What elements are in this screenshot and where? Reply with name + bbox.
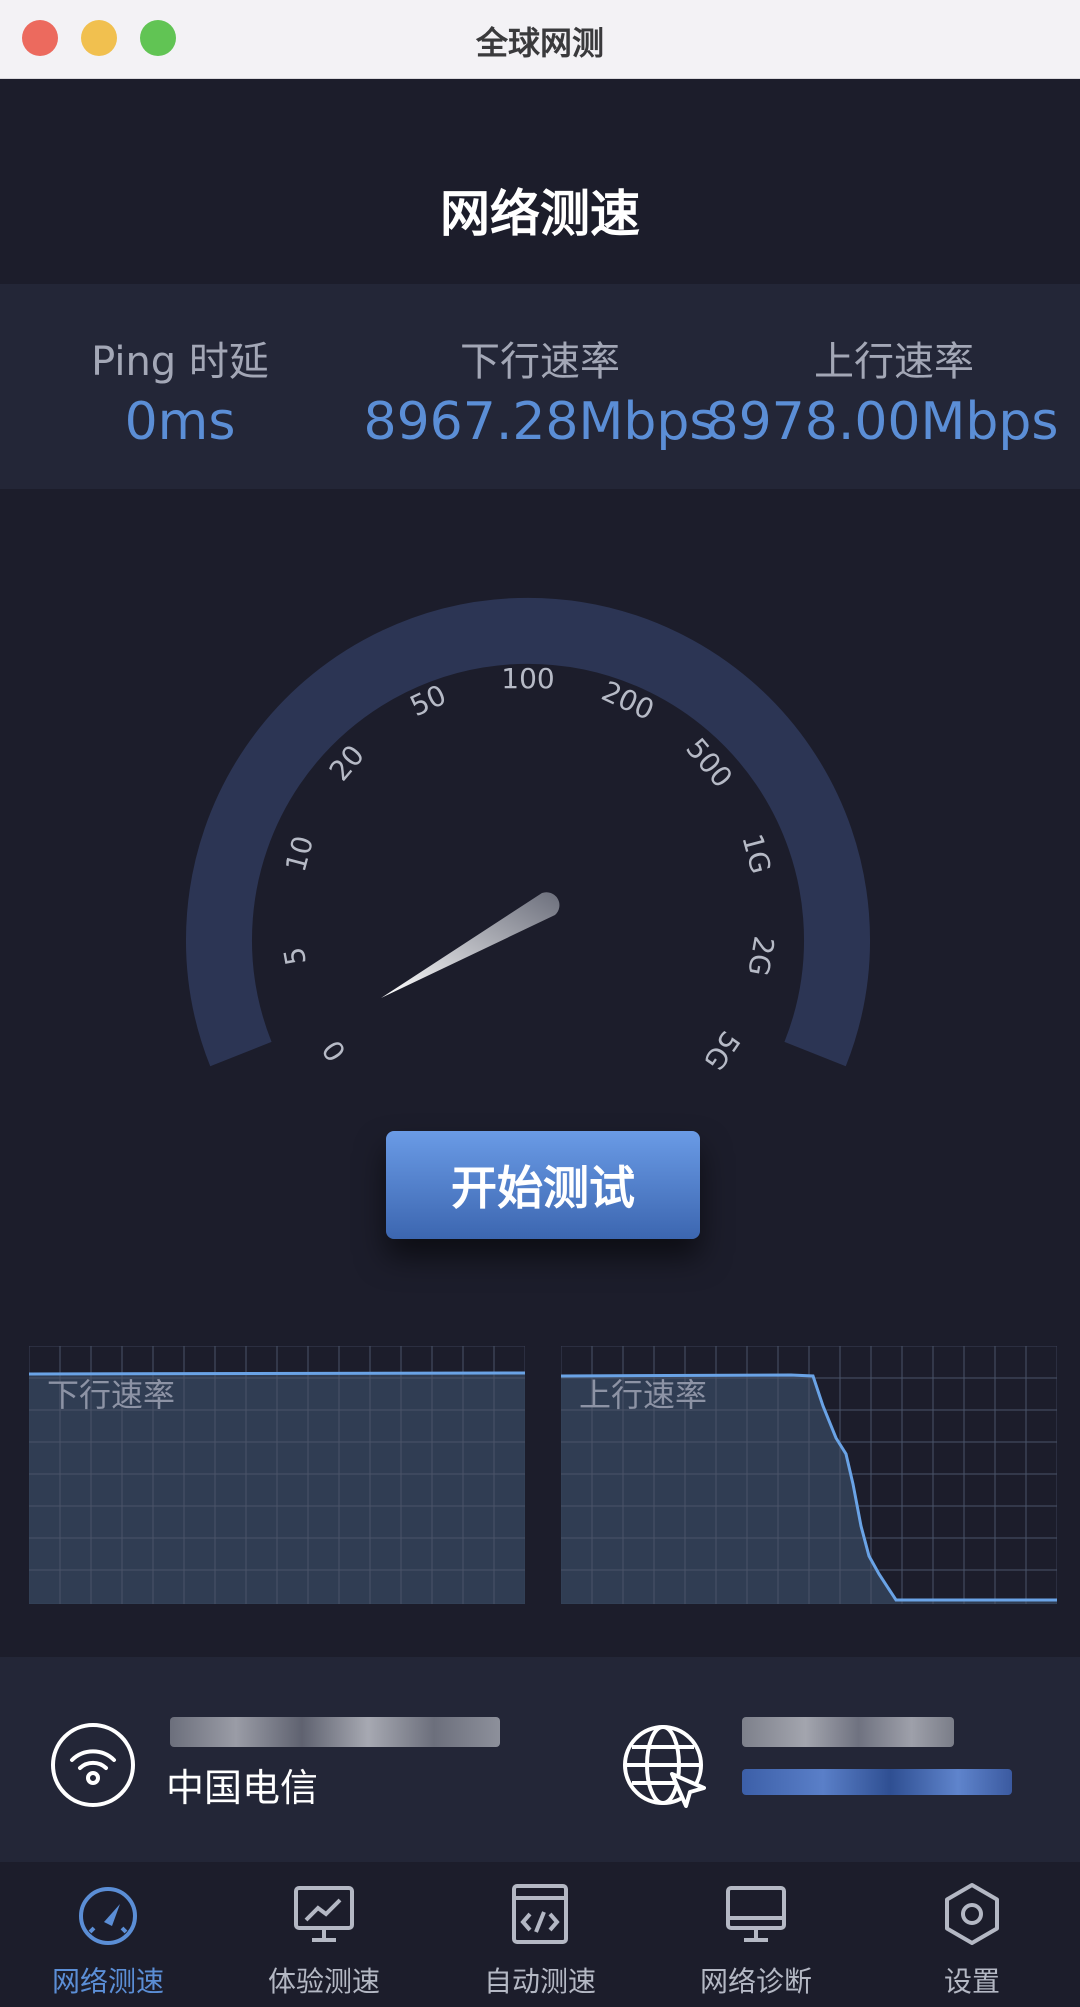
download-chart: 下行速率 <box>28 1345 526 1605</box>
gauge-tick-100: 100 <box>501 662 554 695</box>
tab-settings-label: 设置 <box>943 1965 1000 1998</box>
speed-gauge: 05102050 100 2005001G2G5G <box>186 597 870 1076</box>
server-location-redacted <box>742 1769 1012 1795</box>
gauge-needle <box>381 892 560 998</box>
ping-value: 0ms <box>124 392 236 452</box>
isp-name: 中国电信 <box>166 1766 319 1810</box>
gauge-tick-5G: 5G <box>697 1025 747 1076</box>
wifi-icon <box>51 1723 135 1807</box>
tab-network-diagnosis[interactable]: 网络诊断 <box>648 1864 864 2007</box>
app-window: 全球网测 网络测速 Ping 时延 0ms 下行速率 8967.28Mbps 上… <box>0 0 1080 2007</box>
ping-label: Ping 时延 <box>91 339 269 385</box>
tab-experience-test[interactable]: 体验测速 <box>216 1864 432 2007</box>
download-value: 8967.28Mbps <box>363 392 717 452</box>
tab-speed-test-label: 网络测速 <box>51 1965 164 1998</box>
title-bar: 全球网测 <box>0 0 1080 79</box>
stats-panel: Ping 时延 0ms 下行速率 8967.28Mbps 上行速率 8978.0… <box>0 284 1080 489</box>
code-window-icon <box>512 1884 568 1944</box>
tab-settings[interactable]: 设置 <box>864 1864 1080 2007</box>
gauge-tick-5: 5 <box>277 944 313 967</box>
upload-value: 8978.00Mbps <box>705 392 1059 452</box>
upload-chart-label: 上行速率 <box>579 1376 708 1414</box>
server-name-redacted <box>742 1717 954 1747</box>
gauge-tick-1G: 1G <box>735 830 777 877</box>
network-info-bar: 中国电信 <box>0 1657 1080 1862</box>
tab-auto-test[interactable]: 自动测速 <box>432 1864 648 2007</box>
tab-experience-test-label: 体验测速 <box>267 1965 380 1998</box>
page-title: 网络测速 <box>440 185 640 243</box>
network-address-redacted <box>170 1717 500 1747</box>
tab-auto-test-label: 自动测速 <box>483 1965 596 1998</box>
download-label: 下行速率 <box>460 339 620 385</box>
tab-speed-test[interactable]: 网络测速 <box>0 1864 216 2007</box>
tab-bar: 网络测速 体验测速 自动测速 网络诊断 设置 <box>0 1864 1080 2007</box>
upload-label: 上行速率 <box>814 339 974 385</box>
gauge-tick-2G: 2G <box>741 934 780 979</box>
monitor-chart-icon <box>294 1886 354 1942</box>
tab-network-diagnosis-label: 网络诊断 <box>699 1965 812 1998</box>
settings-hexagon-icon <box>945 1883 999 1945</box>
speedometer-icon <box>79 1887 137 1945</box>
download-chart-label: 下行速率 <box>47 1376 176 1414</box>
gauge-tick-0: 0 <box>316 1034 353 1068</box>
upload-chart: 上行速率 <box>560 1345 1058 1605</box>
window-title: 全球网测 <box>475 24 604 62</box>
desktop-icon <box>726 1886 786 1942</box>
start-test-button[interactable]: 开始测试 <box>386 1131 700 1239</box>
globe-cursor-icon <box>623 1725 706 1808</box>
gauge-tick-10: 10 <box>279 832 320 875</box>
